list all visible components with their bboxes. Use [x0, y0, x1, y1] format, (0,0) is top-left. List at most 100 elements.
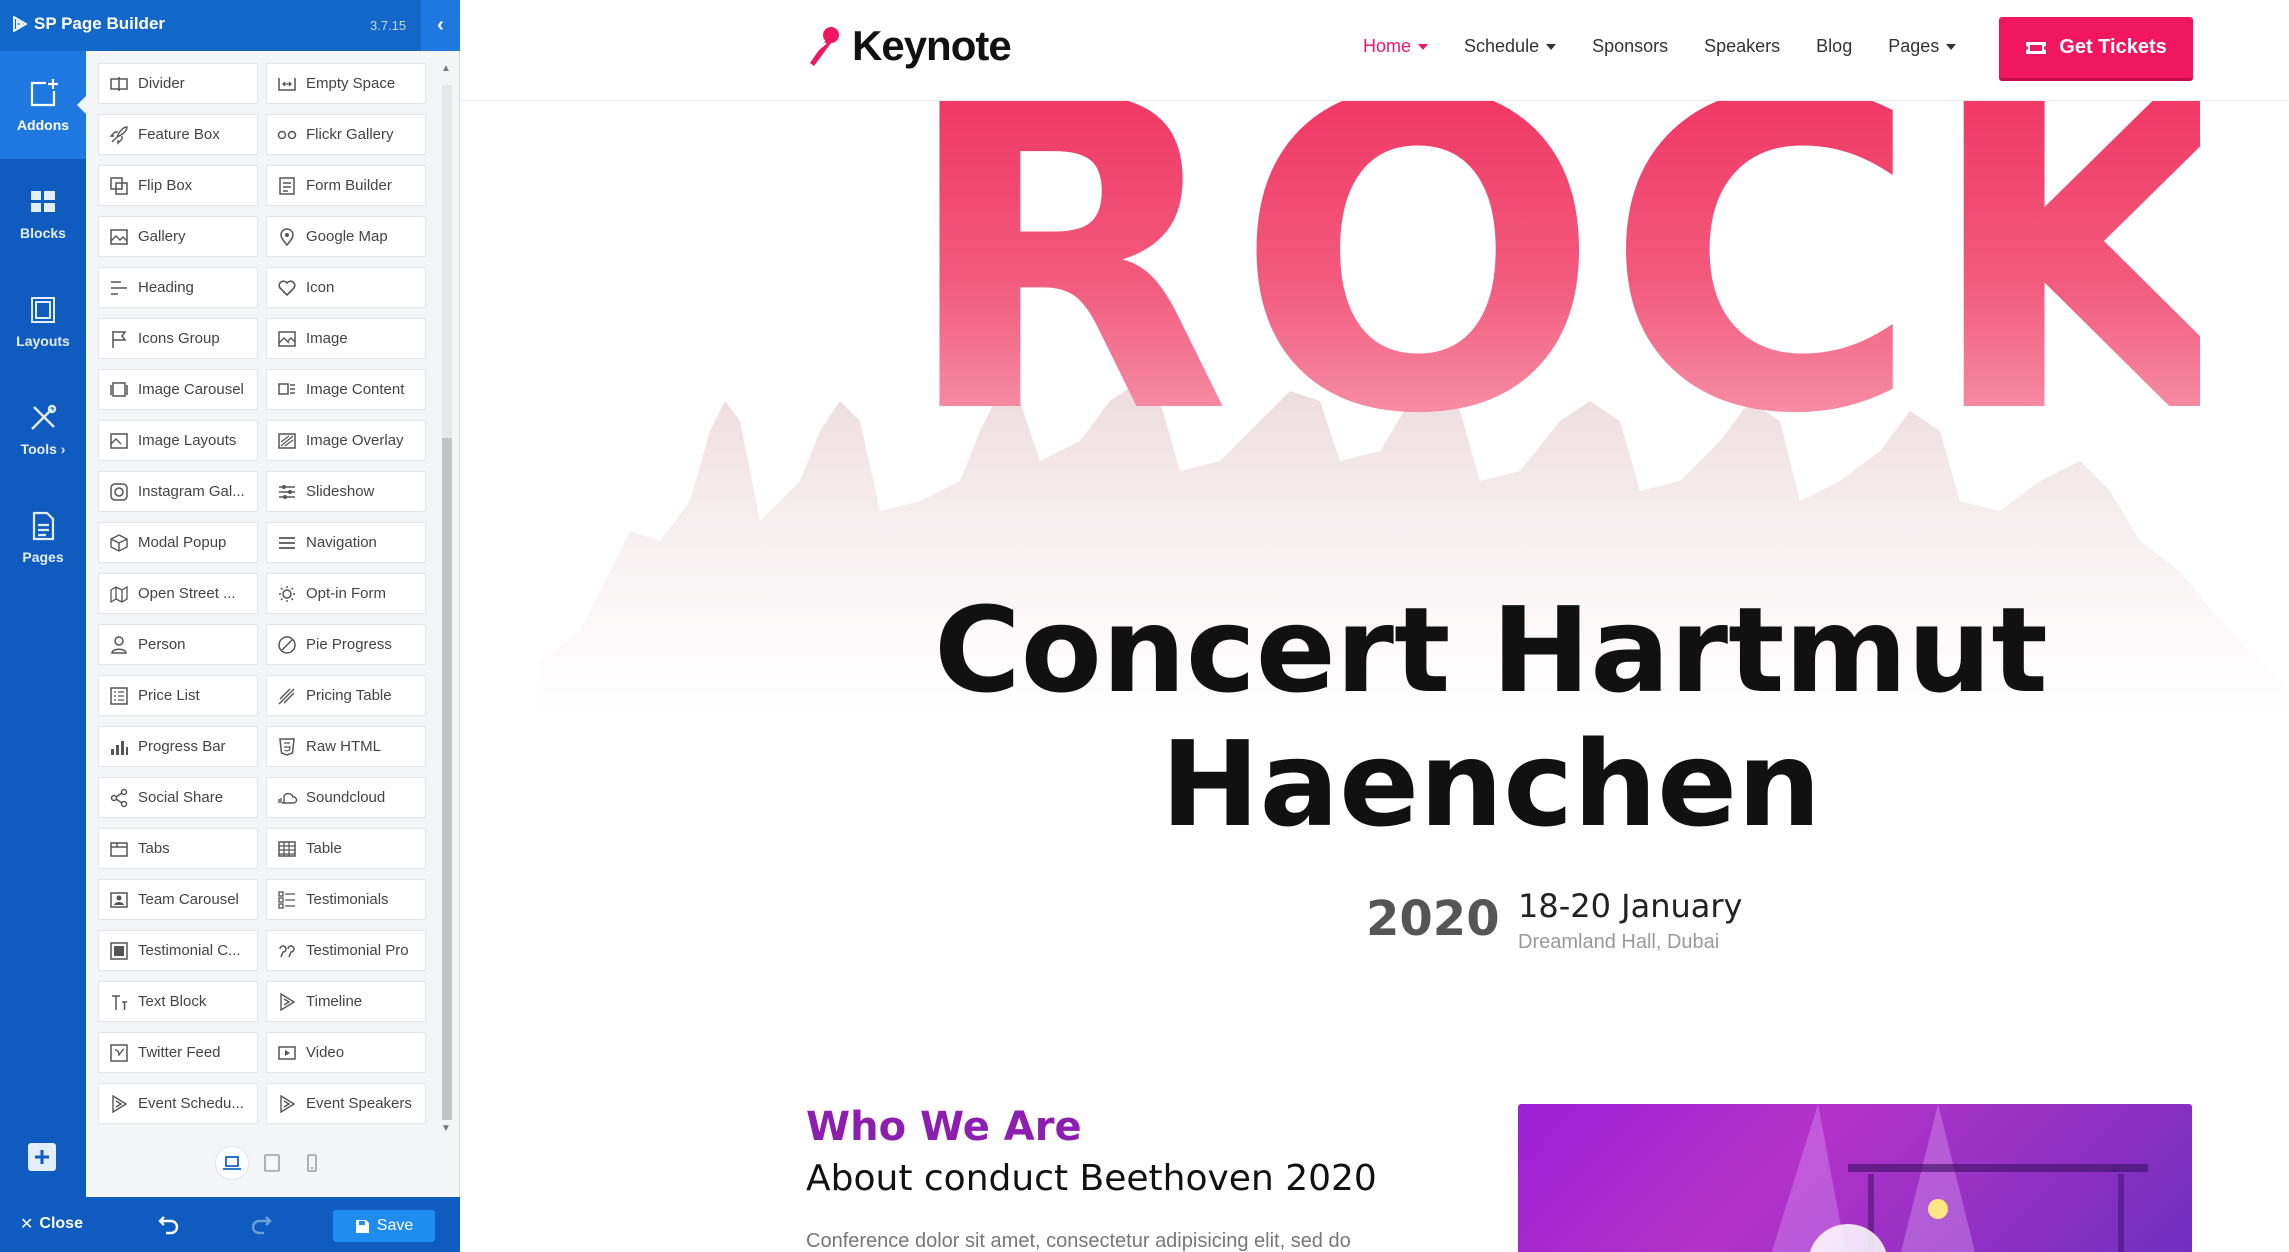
form-icon [279, 176, 295, 195]
nav-item-blog[interactable]: Blog [1816, 36, 1852, 57]
nav-item-home[interactable]: Home [1363, 36, 1429, 57]
addon-item[interactable]: Empty Space [266, 63, 426, 104]
desktop-view-button[interactable] [216, 1147, 248, 1179]
floppy-disk-icon [355, 1219, 369, 1233]
pages-icon [32, 511, 55, 541]
addon-item[interactable]: Icon [266, 267, 426, 308]
save-button[interactable]: Save [333, 1210, 435, 1242]
addon-item[interactable]: Pie Progress [266, 624, 426, 665]
addon-item[interactable]: Text Block [98, 981, 258, 1022]
nav-item-pages[interactable]: Pages [1888, 36, 1957, 57]
addon-item[interactable]: Table [266, 828, 426, 869]
rail-item-pages[interactable]: Pages [0, 483, 86, 591]
divider-icon [110, 76, 128, 91]
tablet-view-button[interactable] [256, 1147, 288, 1179]
addon-item[interactable]: Opt-in Form [266, 573, 426, 614]
heading-icon [111, 280, 127, 295]
addon-item[interactable]: Image Carousel [98, 369, 258, 410]
nav-item-sponsors[interactable]: Sponsors [1592, 36, 1668, 57]
redo-icon[interactable] [248, 1211, 274, 1237]
event-venue: Dreamland Hall, Dubai [1518, 931, 1720, 953]
rail-item-addons[interactable]: Addons [0, 51, 87, 159]
microphone-logo-icon [810, 27, 839, 66]
add-row-icon[interactable] [26, 1141, 58, 1173]
addon-item[interactable]: Flip Box [98, 165, 258, 206]
mobile-view-button[interactable] [296, 1147, 328, 1179]
hero-title: Concert Hartmut Haenchen [460, 583, 2289, 851]
site-header: Keynote Home Schedule Sponsors Speakers Blog… [460, 0, 2289, 101]
collapse-panel-button[interactable]: ‹ [421, 0, 460, 51]
site-preview: Keynote Home Schedule Sponsors Speakers Blog… [460, 0, 2289, 1252]
rail-item-blocks[interactable]: Blocks [0, 159, 86, 267]
addon-item[interactable]: Modal Popup [98, 522, 258, 563]
addon-item[interactable]: Testimonial Pro [266, 930, 426, 971]
addon-item[interactable]: Heading [98, 267, 258, 308]
addon-item[interactable]: Tabs [98, 828, 258, 869]
addon-item[interactable]: Gallery [98, 216, 258, 257]
map-pin-icon [280, 227, 294, 246]
soundcloud-icon [278, 792, 298, 804]
addon-label: Video [306, 1044, 345, 1061]
addon-item[interactable]: Testimonials [266, 879, 426, 920]
addon-item[interactable]: Social Share [98, 777, 258, 818]
addon-list-area: Divider Empty Space Feature Box Flickr Gall… [86, 51, 460, 1197]
play-icon [112, 1094, 128, 1113]
addon-item[interactable]: Progress Bar [98, 726, 258, 767]
site-brand[interactable]: Keynote [804, 22, 1012, 70]
addon-label: Soundcloud [306, 789, 386, 806]
addon-label: Flip Box [138, 177, 193, 194]
addon-item[interactable]: Twitter Feed [98, 1032, 258, 1073]
addon-item[interactable]: Event Speakers [266, 1083, 426, 1124]
addon-item[interactable]: Testimonial C... [98, 930, 258, 971]
addon-item[interactable]: Raw HTML [266, 726, 426, 767]
addon-item[interactable]: Feature Box [98, 114, 258, 155]
addon-label: Open Street ... [138, 585, 236, 602]
addon-item[interactable]: Open Street ... [98, 573, 258, 614]
addon-item[interactable]: Video [266, 1032, 426, 1073]
addon-item[interactable]: Divider [98, 63, 258, 104]
get-tickets-button[interactable]: Get Tickets [1999, 17, 2193, 78]
addon-item[interactable]: Soundcloud [266, 777, 426, 818]
play-icon [280, 992, 296, 1011]
addon-label: Testimonials [306, 891, 389, 908]
undo-icon[interactable] [156, 1211, 182, 1237]
addon-label: Modal Popup [138, 534, 227, 551]
share-icon [110, 788, 128, 807]
addon-item[interactable]: Image Overlay [266, 420, 426, 461]
addon-item[interactable]: Person [98, 624, 258, 665]
event-date: 18-20 January [1518, 887, 1743, 925]
close-button[interactable]: ✕ Close [20, 1214, 83, 1234]
addon-scrollbar[interactable]: ▲ ▼ [438, 63, 454, 1134]
addon-item[interactable]: Pricing Table [266, 675, 426, 716]
addon-item[interactable]: Team Carousel [98, 879, 258, 920]
rail-item-label: Addons [16, 117, 70, 133]
addon-item[interactable]: Event Schedu... [98, 1083, 258, 1124]
rail-item-layouts[interactable]: Layouts [0, 267, 86, 375]
scroll-down-icon[interactable]: ▼ [441, 1123, 451, 1134]
addon-label: Pricing Table [306, 687, 392, 704]
cube-icon [110, 533, 128, 552]
addon-item[interactable]: Timeline [266, 981, 426, 1022]
addon-item[interactable]: Form Builder [266, 165, 426, 206]
addon-item[interactable]: Instagram Gal... [98, 471, 258, 512]
addon-item[interactable]: Icons Group [98, 318, 258, 359]
layouts-icon [31, 297, 55, 323]
addon-item[interactable]: Flickr Gallery [266, 114, 426, 155]
nav-item-speakers[interactable]: Speakers [1704, 36, 1780, 57]
play-icon [280, 1094, 296, 1113]
addon-item[interactable]: Image Layouts [98, 420, 258, 461]
rail-item-tools[interactable]: Tools › [0, 375, 86, 483]
addon-item[interactable]: Slideshow [266, 471, 426, 512]
scroll-up-icon[interactable]: ▲ [441, 63, 451, 74]
addon-item[interactable]: Google Map [266, 216, 426, 257]
addon-label: Image Carousel [138, 381, 244, 398]
nav-item-schedule[interactable]: Schedule [1464, 36, 1557, 57]
addon-item[interactable]: Image Content [266, 369, 426, 410]
addon-item[interactable]: Price List [98, 675, 258, 716]
video-icon [278, 1045, 296, 1060]
hero-section: ROCK Concert Hartmut Haenchen 2020 18-20… [460, 101, 2289, 1081]
addon-label: Twitter Feed [138, 1044, 221, 1061]
scrollbar-thumb[interactable] [442, 438, 452, 1120]
addon-item[interactable]: Image [266, 318, 426, 359]
addon-item[interactable]: Navigation [266, 522, 426, 563]
